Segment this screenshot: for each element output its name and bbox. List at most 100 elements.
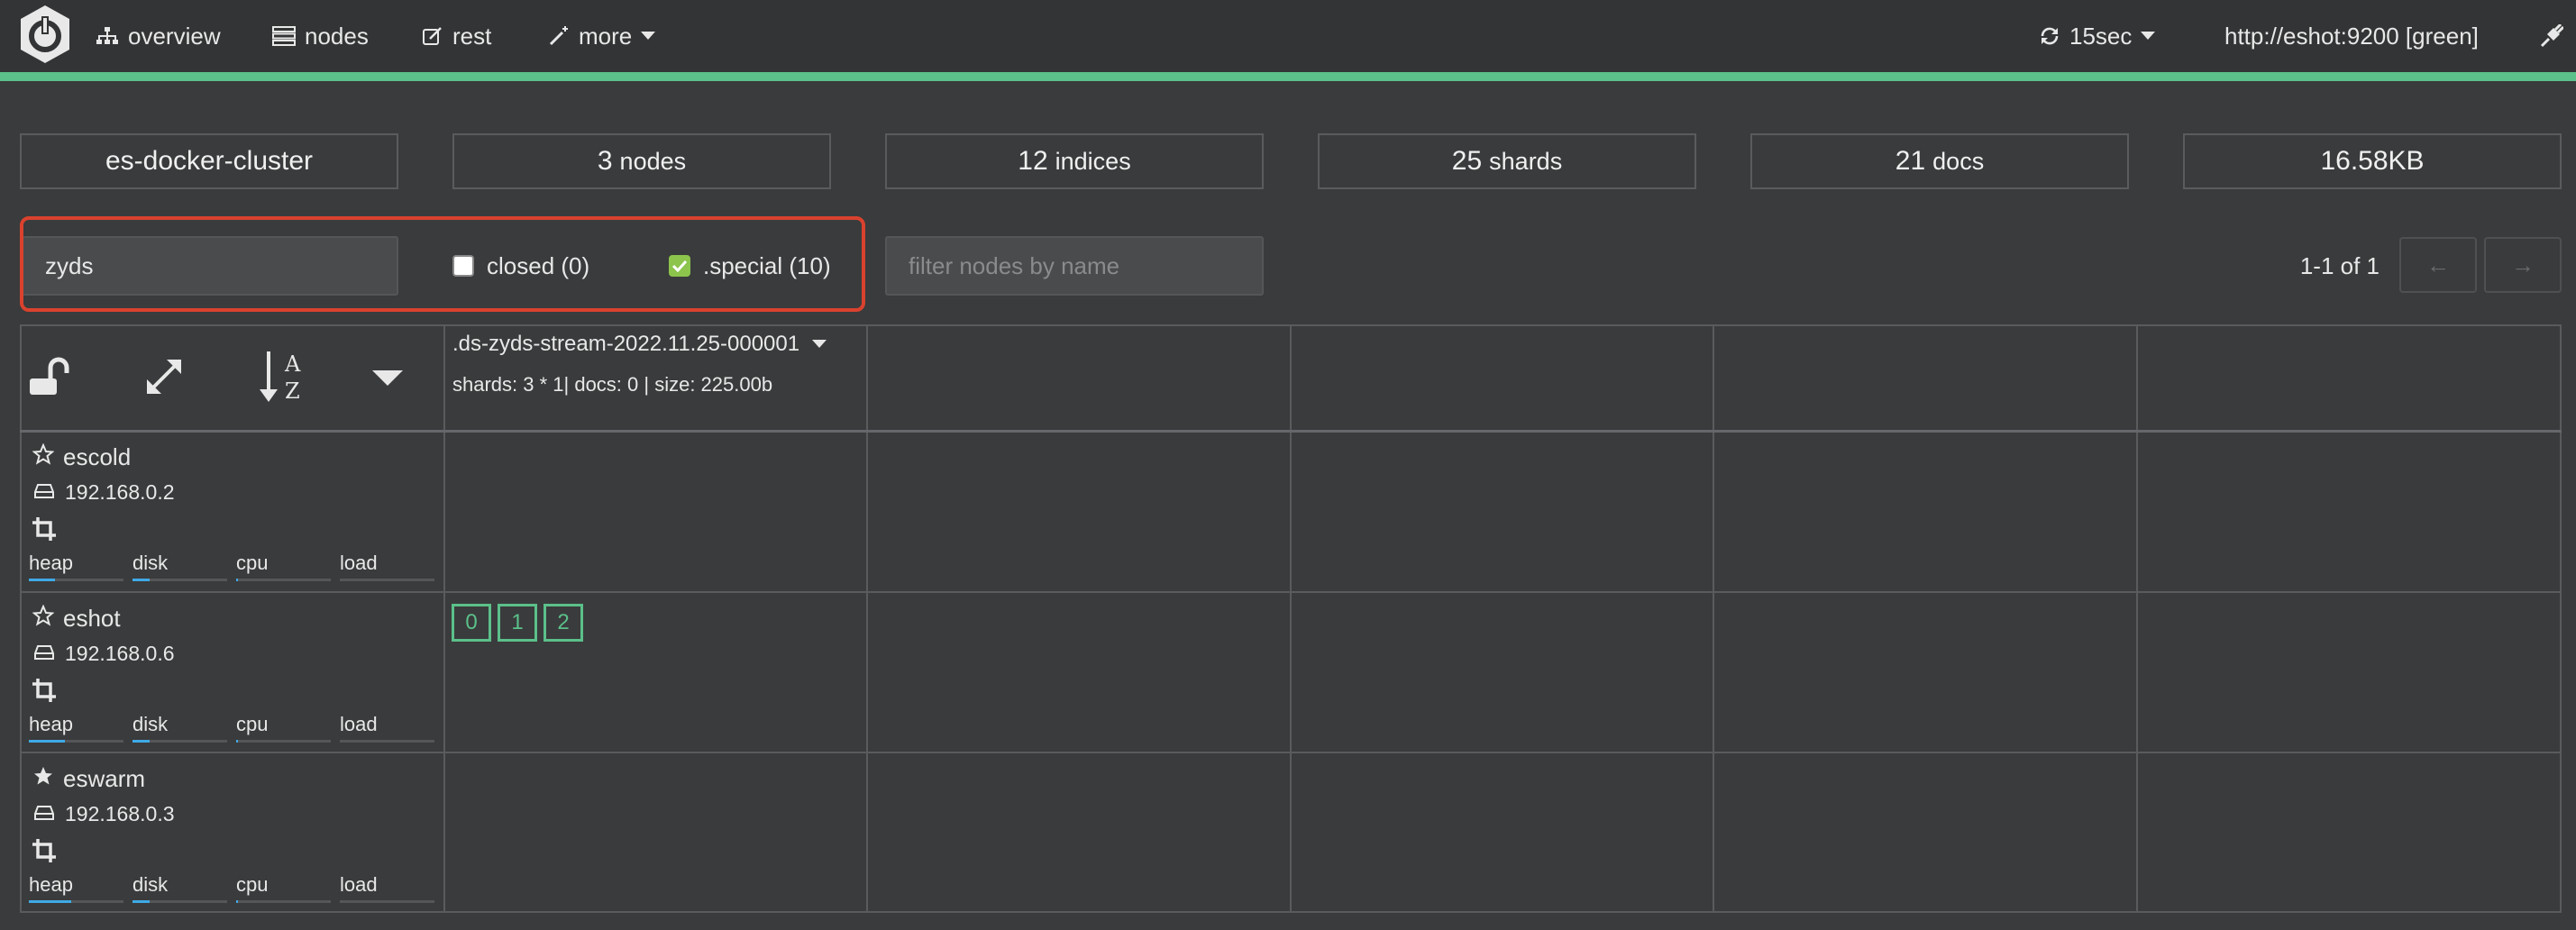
crop-icon [32,517,56,545]
metric-bar-disk [132,579,227,581]
nav-rest[interactable]: rest [422,0,491,72]
metric-bar-load [340,900,434,903]
metric-bar-heap [29,900,123,903]
caret-down-icon [812,340,827,348]
unlock-button[interactable] [25,353,72,400]
cerebro-logo-icon[interactable] [18,4,72,65]
sort-alpha-button[interactable]: A Z [256,348,310,406]
nav-nodes-label: nodes [305,22,369,50]
metric-label-heap: heap [29,713,73,735]
next-arrow-icon: → [2511,251,2535,278]
node-ip: 192.168.0.6 [34,642,175,666]
filter-highlight-box [20,216,865,312]
node-filter-placeholder: filter nodes by name [909,251,1120,279]
disconnect-plug-button[interactable] [2540,0,2563,72]
nav-nodes[interactable]: nodes [272,0,369,72]
refresh-icon [2041,27,2059,45]
plug-icon [2540,24,2563,48]
metric-label-heap: heap [29,552,73,574]
node-filter-input[interactable]: filter nodes by name [885,236,1264,296]
node-name-escold[interactable]: escold [32,442,131,471]
crop-icon [32,679,56,707]
metric-fill-disk [132,579,150,581]
shard-2[interactable]: 2 [544,604,583,642]
magic-wand-icon [549,26,568,46]
svg-text:Z: Z [285,378,300,404]
cluster-name: es-docker-cluster [105,146,314,176]
metric-fill-cpu [236,900,239,903]
metric-fill-cpu [236,579,239,581]
sitemap-icon [96,27,118,44]
cluster-host-label: http://eshot:9200 [green] [2224,22,2479,50]
hdd-icon [34,642,54,666]
node-ip: 192.168.0.3 [34,802,175,826]
metric-label-disk: disk [132,873,169,896]
metric-label-cpu: cpu [236,552,269,574]
stat-size: 16.58KB [2183,133,2562,189]
metric-fill-heap [29,740,65,743]
expand-button[interactable] [141,353,187,400]
caret-down-icon [2141,32,2156,40]
metric-label-cpu: cpu [236,873,269,896]
metric-label-heap: heap [29,873,73,896]
grid-divider [443,324,445,913]
node-ip-label: 192.168.0.2 [65,480,175,504]
index-header[interactable]: .ds-zyds-stream-2022.11.25-000001 [452,332,827,357]
status-accent-bar [0,72,2576,81]
metric-label-load: load [340,713,378,735]
star-icon [32,442,55,471]
hdd-icon [34,480,54,505]
index-meta-text: shards: 3 * 1| docs: 0 | size: 225.00b [452,373,773,396]
sort-alpha-icon: A Z [260,351,301,404]
cluster-host-link[interactable]: http://eshot:9200 [green] [2224,0,2479,72]
metric-bar-load [340,740,434,743]
stat-nodes: 3 nodes [452,133,831,189]
grid-divider [20,430,2562,433]
expand-icon [147,360,181,394]
node-ip-label: 192.168.0.6 [65,642,175,665]
shard-1[interactable]: 1 [498,604,537,642]
metric-label-disk: disk [132,552,169,574]
metric-label-load: load [340,873,378,896]
node-name-label: eswarm [63,765,146,792]
metric-bar-cpu [236,579,331,581]
metric-fill-heap [29,900,72,903]
navbar [0,0,2576,72]
columns-dropdown-button[interactable] [370,360,406,397]
caret-down-icon [641,32,656,40]
stat-docs: 21 docs [1750,133,2129,189]
stat-shards: 25 shards [1318,133,1696,189]
edit-icon [423,27,442,45]
pagination-info: 1-1 of 1 [2271,248,2380,284]
hdd-icon [34,802,54,826]
server-icon [272,26,296,46]
svg-text:A: A [284,351,301,377]
star-icon [32,604,55,633]
metric-label-cpu: cpu [236,713,269,735]
grid-divider [1290,324,1292,913]
nav-overview-label: overview [128,22,221,50]
stat-docs-unit: docs [1932,147,1985,175]
shard-0[interactable]: 0 [452,604,491,642]
crop-icon [32,839,56,867]
metric-fill-disk [132,740,150,743]
prev-arrow-icon: ← [2426,251,2450,278]
node-ip-label: 192.168.0.3 [65,802,175,825]
metric-fill-disk [132,900,150,903]
prev-page-button[interactable]: ← [2399,237,2477,293]
metric-bar-disk [132,900,227,903]
stat-indices-value: 12 [1018,146,1048,176]
next-page-button[interactable]: → [2484,237,2562,293]
node-name-label: eshot [63,605,121,632]
metric-bar-load [340,579,434,581]
node-name-eswarm[interactable]: eswarm [32,765,145,793]
nav-overview[interactable]: overview [96,0,221,72]
metric-label-disk: disk [132,713,169,735]
stat-indices-unit: indices [1055,147,1131,175]
refresh-interval-dropdown[interactable]: 15sec [2039,0,2156,72]
metric-bar-cpu [236,900,331,903]
stat-docs-value: 21 [1895,146,1926,176]
unlock-icon [30,357,69,395]
node-name-eshot[interactable]: eshot [32,604,121,633]
nav-more-dropdown[interactable]: more [548,0,656,72]
